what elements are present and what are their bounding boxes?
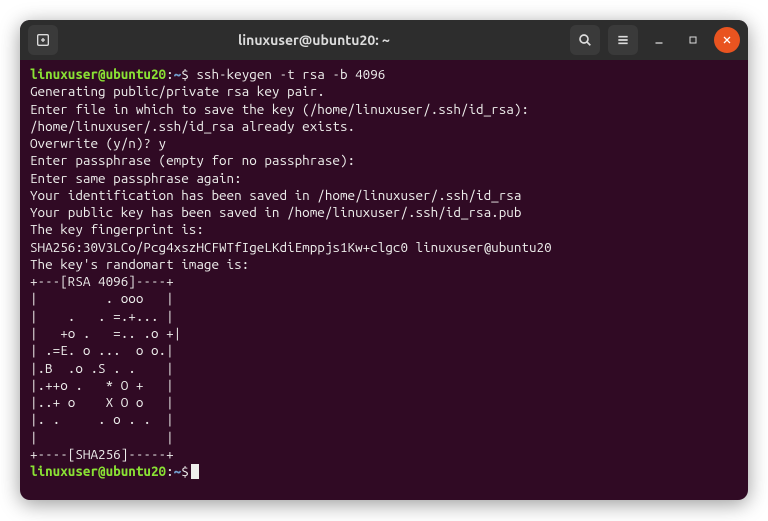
search-button[interactable] — [570, 25, 600, 55]
cursor — [191, 464, 199, 479]
titlebar-right — [570, 25, 740, 55]
prompt-symbol: $ — [181, 463, 189, 479]
new-tab-button[interactable] — [28, 25, 58, 55]
prompt-separator: : — [166, 463, 174, 479]
output-line: Enter same passphrase again: — [30, 170, 242, 186]
output-line: | +o . =.. .o +| — [30, 325, 181, 341]
output-line: Your public key has been saved in /home/… — [30, 204, 521, 220]
output-line: +---[RSA 4096]----+ — [30, 273, 174, 289]
output-line: |. . . o . . | — [30, 411, 174, 427]
close-button[interactable] — [714, 27, 740, 53]
output-line: Enter file in which to save the key (/ho… — [30, 101, 529, 117]
output-line: |.++o . * O + | — [30, 377, 174, 393]
terminal-body[interactable]: linuxuser@ubuntu20:~$ ssh-keygen -t rsa … — [20, 60, 748, 500]
output-line: /home/linuxuser/.ssh/id_rsa already exis… — [30, 118, 355, 134]
output-line: +----[SHA256]-----+ — [30, 446, 174, 462]
output-line: The key fingerprint is: — [30, 221, 204, 237]
prompt-separator: : — [166, 66, 174, 82]
output-line: | .=E. o ... o o.| — [30, 342, 174, 358]
output-line: Overwrite (y/n)? y — [30, 135, 166, 151]
terminal-window: linuxuser@ubuntu20: ~ — [20, 20, 748, 500]
output-line: Generating public/private rsa key pair. — [30, 83, 325, 99]
minimize-button[interactable] — [646, 27, 672, 53]
titlebar: linuxuser@ubuntu20: ~ — [20, 20, 748, 60]
prompt-user-host: linuxuser@ubuntu20 — [30, 463, 166, 479]
window-title: linuxuser@ubuntu20: ~ — [58, 32, 570, 48]
output-line: |.B .o .S . . | — [30, 360, 174, 376]
output-line: The key's randomart image is: — [30, 256, 249, 272]
menu-button[interactable] — [608, 25, 638, 55]
prompt-symbol: $ — [181, 66, 189, 82]
output-line: SHA256:30V3LCo/Pcg4xszHCFWTfIgeLKdiEmppj… — [30, 239, 552, 255]
output-line: |..+ o X O o | — [30, 394, 174, 410]
output-line: | . . =.+... | — [30, 308, 174, 324]
output-line: Enter passphrase (empty for no passphras… — [30, 152, 355, 168]
prompt-user-host: linuxuser@ubuntu20 — [30, 66, 166, 82]
maximize-button[interactable] — [680, 27, 706, 53]
output-line: Your identification has been saved in /h… — [30, 187, 521, 203]
output-line: | | — [30, 429, 174, 445]
output-line: | . ooo | — [30, 290, 174, 306]
titlebar-left — [28, 25, 58, 55]
command-text: ssh-keygen -t rsa -b 4096 — [196, 66, 385, 82]
